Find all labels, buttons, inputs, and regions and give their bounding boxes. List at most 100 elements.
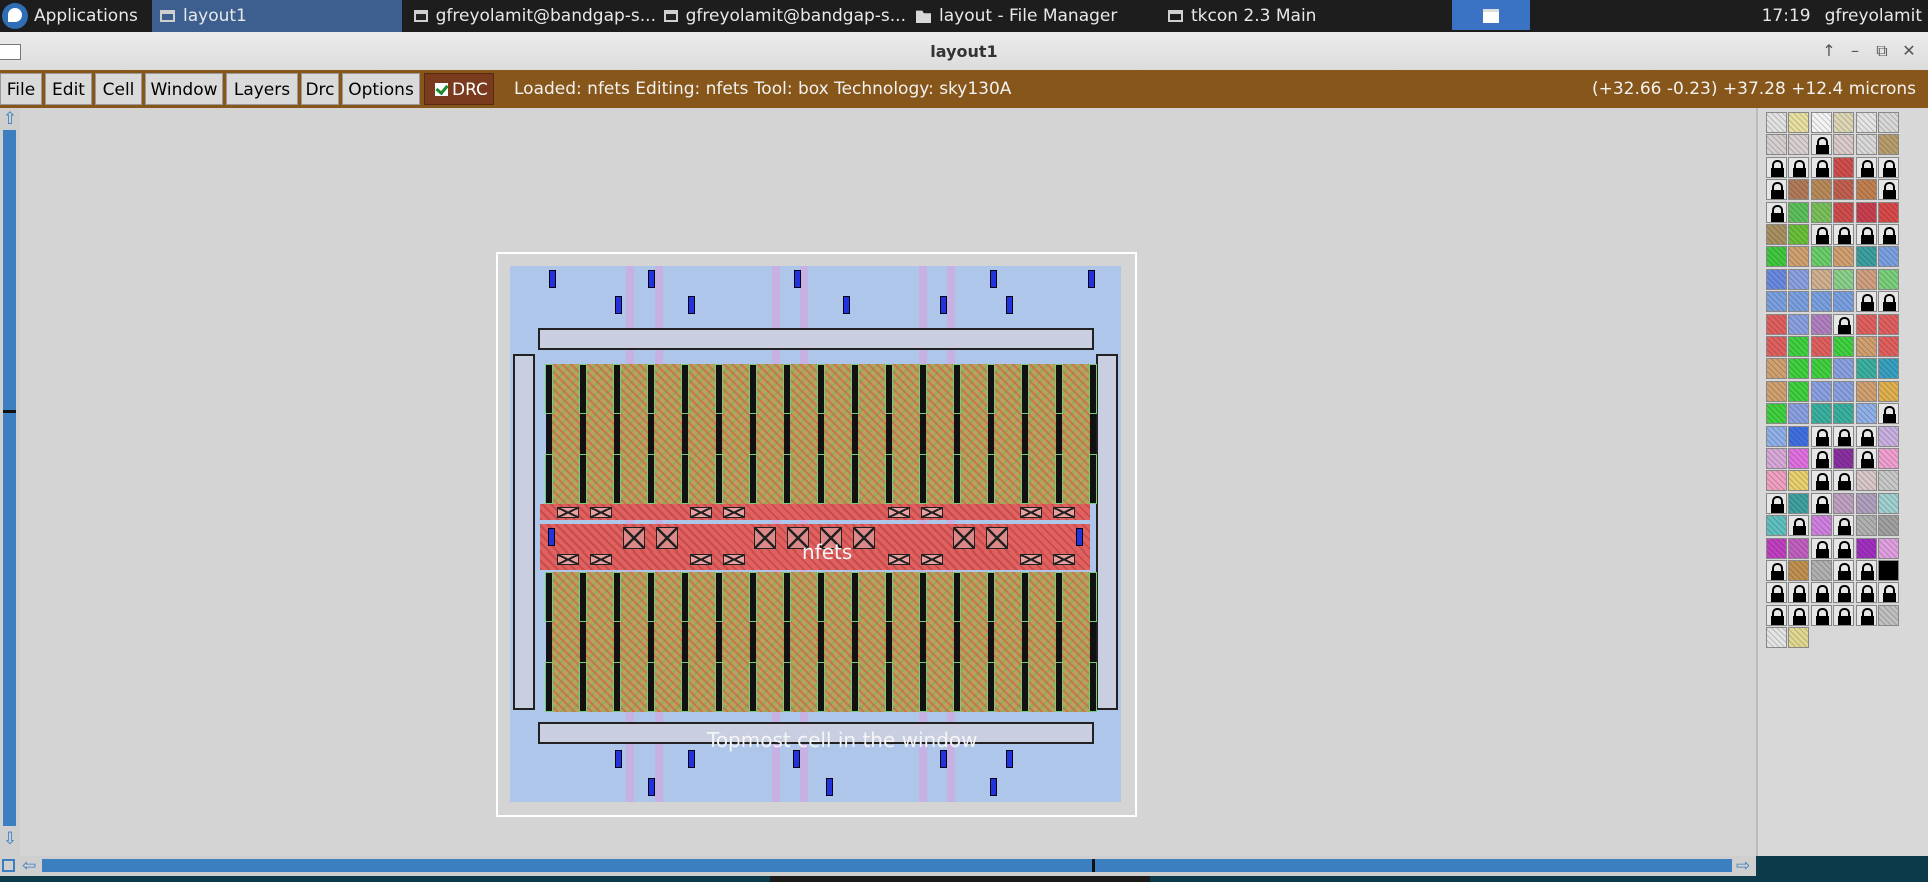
locked-layer-swatch[interactable] [1855,291,1877,313]
layer-swatch[interactable] [1766,627,1787,649]
menu-cell[interactable]: Cell [95,73,142,105]
workspace-switcher[interactable] [1452,0,1530,30]
vertical-scroll-track[interactable] [3,130,16,826]
layer-swatch[interactable] [1878,425,1899,447]
layer-swatch[interactable] [1810,246,1832,268]
layout-canvas[interactable]: nfets Topmost cell in the window [20,108,1756,856]
locked-layer-swatch[interactable] [1810,604,1832,626]
vertical-scrollbar[interactable]: ⇧ ⇩ [0,108,20,856]
layer-swatch[interactable] [1833,380,1855,402]
locked-layer-swatch[interactable] [1788,604,1810,626]
layer-swatch[interactable] [1855,492,1877,514]
layer-swatch[interactable] [1833,403,1855,425]
minimize-button[interactable]: – [1844,41,1866,61]
layer-swatch[interactable] [1788,313,1810,335]
layer-swatch[interactable] [1766,403,1787,425]
layer-swatch[interactable] [1788,112,1810,133]
layer-swatch[interactable] [1766,425,1787,447]
layer-swatch[interactable] [1878,448,1899,469]
layer-swatch[interactable] [1766,358,1787,380]
layer-swatch[interactable] [1788,380,1810,402]
menu-layers[interactable]: Layers [226,73,298,105]
layer-swatch[interactable] [1788,492,1810,514]
layer-swatch[interactable] [1855,470,1877,492]
menu-drc[interactable]: Drc [301,73,339,105]
locked-layer-swatch[interactable] [1855,560,1877,581]
layer-swatch[interactable] [1766,537,1787,559]
layer-swatch[interactable] [1833,291,1855,313]
locked-layer-swatch[interactable] [1766,179,1787,201]
locked-layer-swatch[interactable] [1833,425,1855,447]
layer-swatch[interactable] [1810,403,1832,425]
checkbox-checked-icon[interactable] [435,83,448,96]
locked-layer-swatch[interactable] [1810,492,1832,514]
layer-swatch[interactable] [1788,134,1810,156]
layer-swatch[interactable] [1878,537,1899,559]
taskbar-item-layout1[interactable]: layout1 [152,0,402,32]
layer-swatch[interactable] [1833,358,1855,380]
layer-swatch[interactable] [1810,336,1832,357]
layer-swatch[interactable] [1855,246,1877,268]
layer-swatch[interactable] [1878,380,1899,402]
layer-swatch[interactable] [1810,515,1832,537]
locked-layer-swatch[interactable] [1833,470,1855,492]
locked-layer-swatch[interactable] [1766,201,1787,223]
layer-swatch[interactable] [1833,201,1855,223]
locked-layer-swatch[interactable] [1855,604,1877,626]
layer-swatch[interactable] [1766,448,1787,469]
locked-layer-swatch[interactable] [1810,470,1832,492]
locked-layer-swatch[interactable] [1810,448,1832,469]
layer-swatch[interactable] [1878,492,1899,514]
layer-swatch[interactable] [1810,112,1832,133]
locked-layer-swatch[interactable] [1878,403,1899,425]
layer-swatch[interactable] [1855,268,1877,290]
scroll-up-arrow-icon[interactable]: ⇧ [2,110,18,128]
horizontal-scroll-track[interactable] [42,859,1732,872]
menu-file[interactable]: File [0,73,42,105]
layer-swatch[interactable] [1878,515,1899,537]
locked-layer-swatch[interactable] [1810,134,1832,156]
username[interactable]: gfreyolamit [1825,6,1922,26]
layer-swatch[interactable] [1833,246,1855,268]
layer-swatch[interactable] [1855,380,1877,402]
locked-layer-swatch[interactable] [1810,224,1832,245]
locked-layer-swatch[interactable] [1788,156,1810,178]
layer-swatch[interactable] [1788,425,1810,447]
horizontal-scroll-thumb[interactable] [1092,859,1095,872]
layer-swatch[interactable] [1788,246,1810,268]
locked-layer-swatch[interactable] [1855,448,1877,469]
layer-swatch[interactable] [1766,268,1787,290]
drc-toggle[interactable]: DRC [424,73,494,105]
layer-swatch[interactable] [1766,224,1787,245]
locked-layer-swatch[interactable] [1855,156,1877,178]
menu-edit[interactable]: Edit [45,73,92,105]
layer-swatch[interactable] [1788,336,1810,357]
taskbar-item-terminal-2[interactable]: gfreyolamit@bandgap-s... [656,0,906,32]
locked-layer-swatch[interactable] [1878,291,1899,313]
locked-layer-swatch[interactable] [1766,156,1787,178]
layer-swatch[interactable] [1766,313,1787,335]
layer-swatch[interactable] [1766,470,1787,492]
clock[interactable]: 17:19 [1762,6,1811,26]
layer-swatch[interactable] [1766,291,1787,313]
menu-window[interactable]: Window [145,73,223,105]
layer-swatch[interactable] [1878,470,1899,492]
layer-swatch[interactable] [1766,336,1787,357]
locked-layer-swatch[interactable] [1855,425,1877,447]
applications-menu[interactable]: Applications [0,0,150,32]
layer-swatch[interactable] [1833,448,1855,469]
layer-swatch[interactable] [1855,358,1877,380]
layer-swatch[interactable] [1810,358,1832,380]
layer-swatch[interactable] [1788,403,1810,425]
locked-layer-swatch[interactable] [1833,604,1855,626]
layer-swatch[interactable] [1788,560,1810,581]
locked-layer-swatch[interactable] [1810,537,1832,559]
locked-layer-swatch[interactable] [1878,582,1899,604]
locked-layer-swatch[interactable] [1833,537,1855,559]
layer-swatch[interactable] [1810,380,1832,402]
menu-options[interactable]: Options [342,73,420,105]
layer-swatch[interactable] [1810,268,1832,290]
layer-swatch[interactable] [1833,112,1855,133]
layer-swatch[interactable] [1810,201,1832,223]
layer-swatch[interactable] [1788,358,1810,380]
